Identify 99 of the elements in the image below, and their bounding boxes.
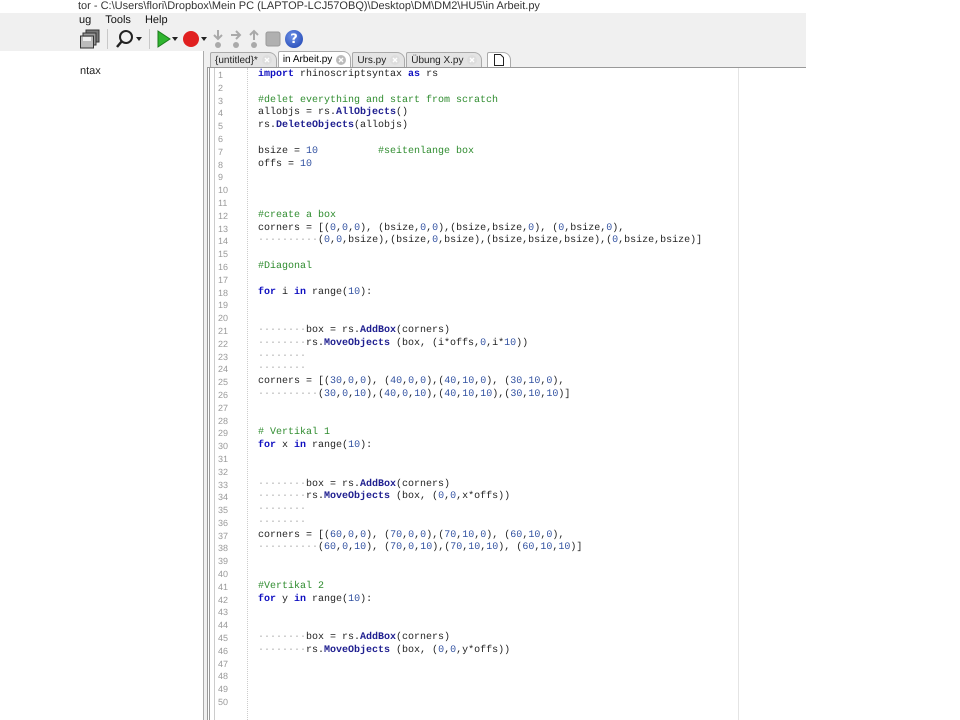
caret-icon[interactable] <box>201 37 207 41</box>
code-line: ········box = rs.AddBox(corners) <box>258 632 452 644</box>
line-number: 48 <box>217 670 230 684</box>
code-line: corners = [(0,0,0), (bsize,0,0),(bsize,bsize,0), (0,bsize,0), <box>258 222 626 234</box>
line-number: 35 <box>217 504 230 517</box>
tree-item[interactable]: ntax <box>80 65 203 79</box>
line-number: 2 <box>217 82 224 95</box>
code-line: allobjs = rs.AllObjects() <box>258 107 410 120</box>
file-tab[interactable]: Übung X.py <box>406 52 482 67</box>
line-number: 15 <box>217 248 230 261</box>
line-number: 12 <box>217 210 230 223</box>
code-line: ········box = rs.AddBox(corners) <box>258 324 452 338</box>
line-number: 5 <box>217 120 224 133</box>
search-icon[interactable] <box>115 29 135 49</box>
code-line: import rhinoscriptsyntax as rs <box>258 69 440 82</box>
code-line: ········rs.MoveObjects (box, (0,0,y*offs)) <box>258 644 512 658</box>
line-number: 27 <box>217 402 230 415</box>
line-number: 4 <box>217 107 224 120</box>
line-number: 40 <box>217 568 230 581</box>
line-number: 11 <box>217 196 228 210</box>
line-number: 43 <box>217 606 230 620</box>
line-number: 34 <box>217 491 230 504</box>
code-line: rs.DeleteObjects(allobjs) <box>258 120 410 133</box>
code-line: corners = [(60,0,0), (70,0,0),(70,10,0), (60,10,0), <box>258 530 566 542</box>
line-number: 47 <box>217 658 230 670</box>
code-line: bsize = 10 #seitenlange box <box>258 146 476 158</box>
line-number: 23 <box>217 350 230 364</box>
line-number: 26 <box>217 388 230 402</box>
record-icon[interactable] <box>182 30 200 48</box>
code-line: #Diagonal <box>258 260 314 274</box>
code-line: # Vertikal 1 <box>258 427 332 440</box>
new-tab-button[interactable] <box>487 52 512 67</box>
line-number: 19 <box>217 299 230 312</box>
line-number: 33 <box>217 478 230 492</box>
line-number: 37 <box>217 530 230 542</box>
line-number: 10 <box>217 184 230 197</box>
file-tab[interactable]: {untitled}* <box>210 52 277 67</box>
code-line: for x in range(10): <box>258 440 374 453</box>
line-number: 31 <box>217 452 230 466</box>
line-number: 9 <box>217 171 224 184</box>
help-button[interactable]: ? <box>285 30 303 48</box>
line-number: 45 <box>217 632 230 645</box>
line-number: 25 <box>217 376 230 389</box>
line-number: 28 <box>217 414 230 428</box>
line-number: 1 <box>217 69 224 82</box>
line-number: 3 <box>217 94 224 108</box>
line-number: 20 <box>217 312 230 325</box>
code-line: offs = 10 <box>258 158 314 172</box>
code-line: ········rs.MoveObjects (box, (i*offs,0,i*10)) <box>258 338 530 351</box>
code-line: for i in range(10): <box>258 286 374 300</box>
line-number: 44 <box>217 619 230 632</box>
caret-icon[interactable] <box>136 37 142 41</box>
menu-item[interactable]: Tools <box>105 14 139 26</box>
line-number: 42 <box>217 594 230 606</box>
line-number: 29 <box>217 427 230 440</box>
line-number: 49 <box>217 683 230 696</box>
line-number: 13 <box>217 222 230 236</box>
code-line: #Vertikal 2 <box>258 580 326 594</box>
document-icon <box>494 54 504 66</box>
code-line: ········box = rs.AddBox(corners) <box>258 478 452 490</box>
window-title: tor - C:\Users\flori\Dropbox\Mein PC (LAPTOP-LCJ57OBQ)\Desktop\DM\DM2\HU5\in Arbeit.py <box>78 0 540 12</box>
line-number: 46 <box>217 644 230 658</box>
code-line: ········ <box>258 363 308 376</box>
line-number: 38 <box>217 542 230 556</box>
caret-icon[interactable] <box>172 37 178 41</box>
code-line: ··········(0,0,bsize),(bsize,0,bsize),(bsize,bsize,bsize),(0,bsize,bsize)] <box>258 235 704 248</box>
line-number: 18 <box>217 286 230 300</box>
line-number: 22 <box>217 338 230 351</box>
code-line: ··········(60,0,10), (70,0,10),(70,10,10), (60,10,10)] <box>258 542 584 556</box>
line-number: 24 <box>217 363 230 376</box>
stacked-disks-icon[interactable] <box>80 29 100 49</box>
line-number: 16 <box>217 260 230 274</box>
code-line: #create a box <box>258 210 338 222</box>
menu-item[interactable]: ug <box>79 14 100 26</box>
line-number: 50 <box>217 696 230 709</box>
code-line: ········ <box>258 516 308 530</box>
line-number: 8 <box>217 158 224 172</box>
file-tab[interactable]: in Arbeit.py <box>278 51 352 67</box>
code-line: ········ <box>258 504 308 517</box>
play-icon[interactable] <box>157 30 171 48</box>
line-number: 39 <box>217 555 230 568</box>
code-line: corners = [(30,0,0), (40,0,0),(40,10,0), (30,10,0), <box>258 376 566 388</box>
line-number: 32 <box>217 466 230 478</box>
file-tab[interactable]: Urs.py <box>352 52 406 67</box>
code-line: #delet everything and start from scratch <box>258 94 500 106</box>
line-number: 6 <box>217 132 224 146</box>
code-line: ··········(30,0,10),(40,0,10),(40,10,10),(30,10,10)] <box>258 388 572 402</box>
line-number: 41 <box>217 580 230 594</box>
line-number: 7 <box>217 146 224 159</box>
line-number: 14 <box>217 235 230 248</box>
line-number: 30 <box>217 440 230 453</box>
menu-item[interactable]: Help <box>144 14 176 26</box>
code-line: ········ <box>258 350 308 364</box>
code-line: ········rs.MoveObjects (box, (0,0,x*offs)) <box>258 491 512 504</box>
line-number: 21 <box>217 324 230 338</box>
line-number: 17 <box>217 274 230 287</box>
line-number: 36 <box>217 516 230 530</box>
stop-icon[interactable] <box>265 31 281 47</box>
code-line: for y in range(10): <box>258 594 374 606</box>
